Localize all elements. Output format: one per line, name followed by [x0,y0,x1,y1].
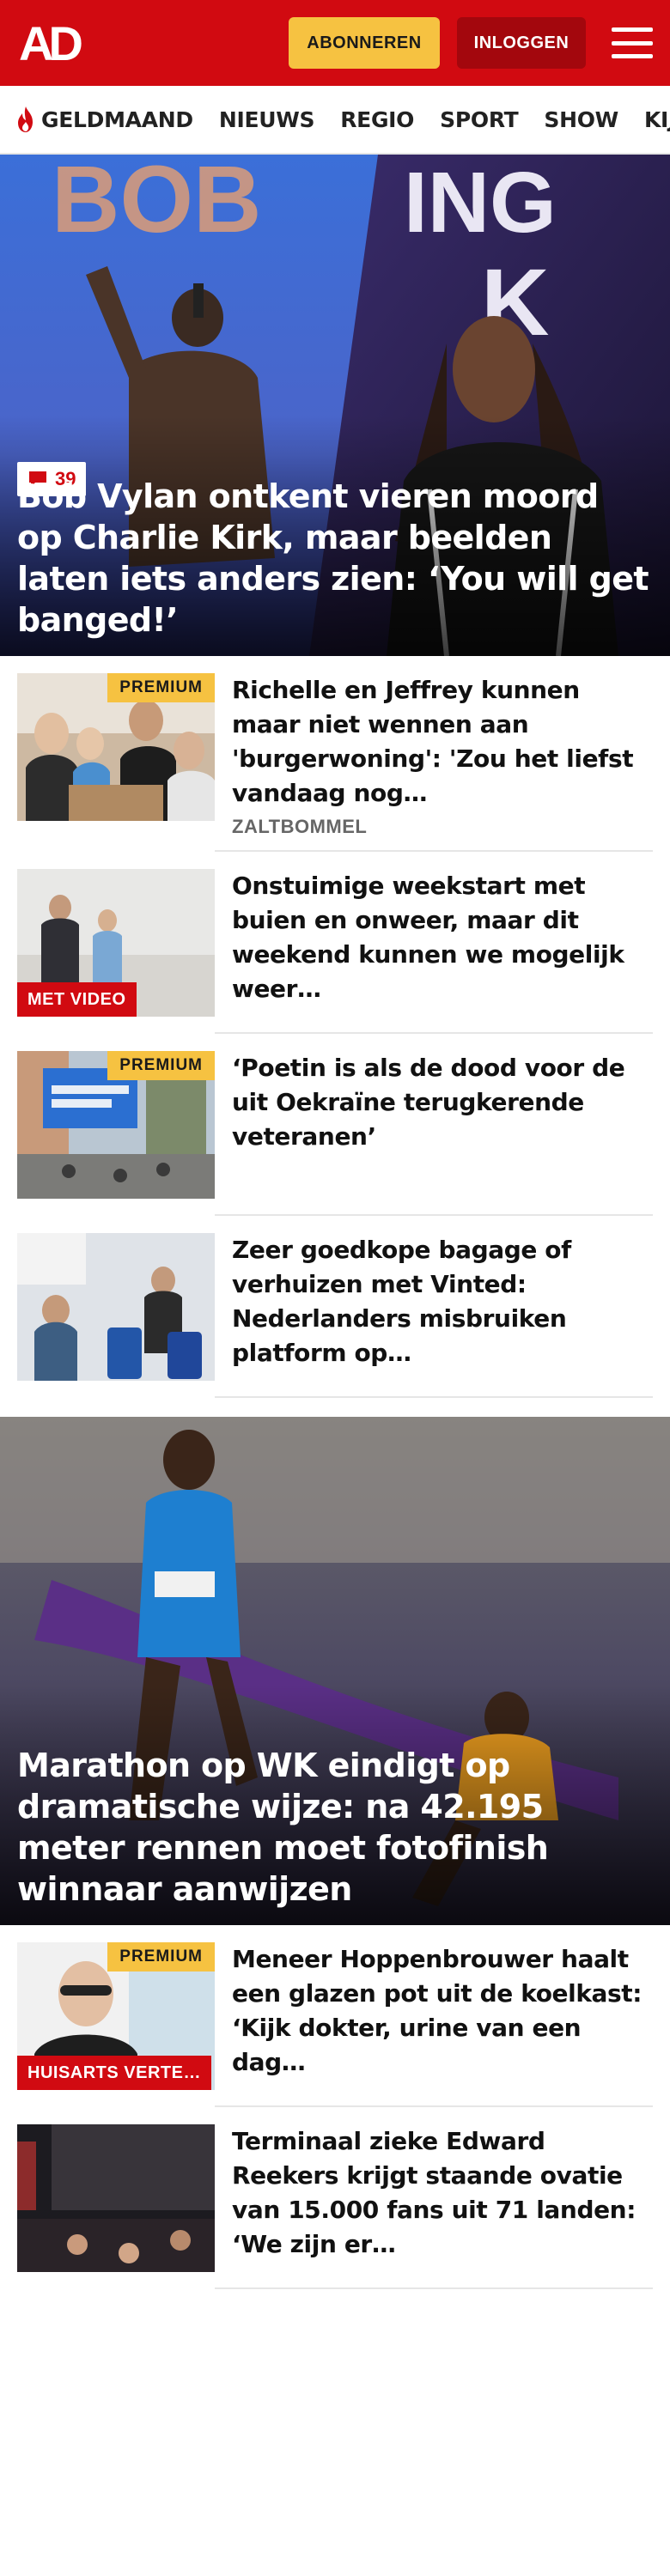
list-item[interactable]: Zeer goedkope bagage of verhuizen met Vi… [0,1216,670,1398]
article-headline[interactable]: Richelle en Jeffrey kunnen maar niet wen… [232,673,653,811]
article-thumbnail [17,2124,215,2272]
premium-badge: PREMIUM [107,1051,215,1080]
nav-item-geldmaand[interactable]: GELDMAAND [14,105,193,134]
article-text: ‘Poetin is als de dood voor de uit Oekra… [215,1051,653,1216]
top-header: AD ABONNEREN INLOGGEN [0,0,670,86]
flame-icon [18,106,33,132]
article-text: Richelle en Jeffrey kunnen maar niet wen… [215,673,653,852]
svg-text:AD: AD [19,19,82,67]
svg-text:BOB: BOB [52,155,261,252]
subscribe-button[interactable]: ABONNEREN [289,17,440,69]
article-text: Meneer Hoppenbrouwer haalt een glazen po… [215,1942,653,2107]
article-headline[interactable]: Meneer Hoppenbrouwer haalt een glazen po… [232,1942,653,2080]
nav-item-regio[interactable]: REGIO [340,107,414,132]
article-headline[interactable]: ‘Poetin is als de dood voor de uit Oekra… [232,1051,653,1154]
video-label: MET VIDEO [17,982,137,1017]
article-list-bottom: PREMIUM HUISARTS VERTE… Meneer Hoppenbro… [0,1925,670,2289]
article-thumbnail [17,1233,215,1381]
article-text: Zeer goedkope bagage of verhuizen met Vi… [215,1233,653,1398]
list-item[interactable]: Terminaal zieke Edward Reekers krijgt st… [0,2107,670,2289]
nav-item-kijk[interactable]: KIJK [644,107,670,132]
nav-item-sport[interactable]: SPORT [440,107,519,132]
hero-article-2[interactable]: Marathon op WK eindigt op dramatische wi… [0,1417,670,1925]
header-actions: ABONNEREN INLOGGEN [289,17,653,69]
article-text: Onstuimige weekstart met buien en onweer… [215,869,653,1034]
list-item[interactable]: PREMIUM Richelle en Jeffrey kunnen maar … [0,656,670,852]
article-text: Terminaal zieke Edward Reekers krijgt st… [215,2124,653,2289]
hero-title-2[interactable]: Marathon op WK eindigt op dramatische wi… [17,1745,653,1910]
svg-text:ING: ING [404,155,557,251]
article-headline[interactable]: Onstuimige weekstart met buien en onweer… [232,869,653,1006]
nav-item-show[interactable]: SHOW [544,107,618,132]
hero-title[interactable]: Bob Vylan ontkent vieren moord op Charli… [17,476,653,641]
list-item[interactable]: PREMIUM HUISARTS VERTE… Meneer Hoppenbro… [0,1925,670,2107]
hero-article[interactable]: BOB ING K 39 Bob Vylan ontkent vieren mo… [0,155,670,656]
list-item[interactable]: MET VIDEO Onstuimige weekstart met buien… [0,852,670,1034]
nav-item-nieuws[interactable]: NIEUWS [219,107,315,132]
article-thumbnail: PREMIUM HUISARTS VERTE… [17,1942,215,2090]
login-button[interactable]: INLOGGEN [457,17,586,69]
article-thumbnail: PREMIUM [17,1051,215,1199]
ad-logo[interactable]: AD [17,19,100,67]
nav-item-label: GELDMAAND [41,106,193,132]
series-label: HUISARTS VERTE… [17,2056,211,2090]
main-nav: GELDMAAND NIEUWS REGIO SPORT SHOW KIJK [0,86,670,155]
article-location: ZALTBOMMEL [232,816,368,837]
hamburger-icon[interactable] [612,24,653,62]
premium-badge: PREMIUM [107,1942,215,1971]
article-headline[interactable]: Terminaal zieke Edward Reekers krijgt st… [232,2124,653,2262]
article-thumbnail: PREMIUM [17,673,215,821]
article-list-top: PREMIUM Richelle en Jeffrey kunnen maar … [0,656,670,1398]
article-headline[interactable]: Zeer goedkope bagage of verhuizen met Vi… [232,1233,653,1370]
list-item[interactable]: PREMIUM ‘Poetin is als de dood voor de u… [0,1034,670,1216]
article-thumbnail: MET VIDEO [17,869,215,1017]
premium-badge: PREMIUM [107,673,215,702]
